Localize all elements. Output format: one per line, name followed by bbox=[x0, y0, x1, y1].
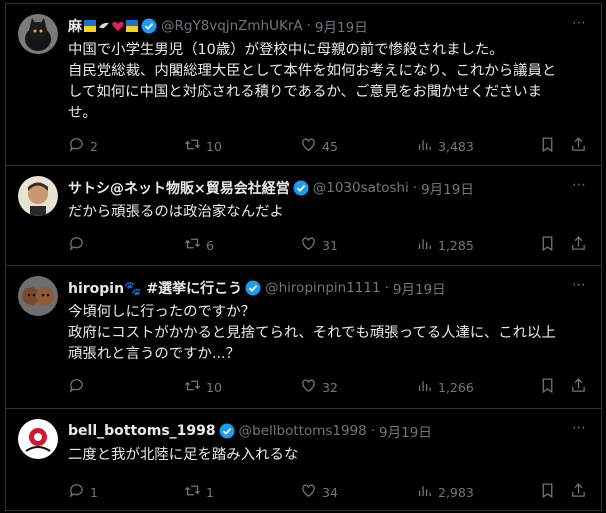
post-date[interactable]: 9月19日 bbox=[421, 178, 474, 198]
like-button[interactable]: 45 bbox=[300, 136, 416, 156]
post-date[interactable]: 9月19日 bbox=[393, 278, 446, 298]
bookmark-icon[interactable] bbox=[539, 482, 556, 502]
post[interactable]: bell_bottoms_1998 @bellbottoms1998 · 9月1… bbox=[6, 409, 601, 510]
separator-dot: · bbox=[412, 180, 418, 196]
repost-button[interactable]: 10 bbox=[184, 136, 300, 156]
avatar[interactable] bbox=[18, 419, 58, 459]
like-count: 45 bbox=[322, 138, 338, 154]
views-button[interactable]: 1,266 bbox=[416, 377, 516, 397]
post[interactable]: 麻 @RgY8vqjnZmhUKrA · 9月19日 ⋯ 中国で小学生男児（10… bbox=[6, 4, 601, 166]
display-name[interactable]: サトシ@ネット物販×貿易会社経営 bbox=[68, 178, 290, 198]
display-name[interactable]: 麻 bbox=[68, 16, 82, 36]
post-text: 今頃何しに行ったのですか？ 政府にコストがかかると見捨てられ、それでも頑張ってる… bbox=[68, 304, 556, 362]
flag-icon bbox=[126, 20, 138, 32]
post-date[interactable]: 9月19日 bbox=[315, 16, 368, 36]
post-date[interactable]: 9月19日 bbox=[379, 421, 432, 441]
heart-icon bbox=[112, 20, 124, 32]
repost-button[interactable]: 6 bbox=[184, 235, 300, 255]
user-handle[interactable]: @RgY8vqjnZmhUKrA bbox=[161, 18, 303, 34]
like-count: 31 bbox=[322, 237, 338, 253]
dove-icon bbox=[98, 20, 110, 32]
repost-count: 6 bbox=[206, 237, 214, 253]
reply-icon bbox=[68, 235, 90, 255]
like-count: 34 bbox=[322, 484, 338, 500]
views-icon bbox=[416, 482, 438, 502]
repost-count: 1 bbox=[206, 484, 214, 500]
separator-dot: · bbox=[306, 18, 311, 34]
reply-button[interactable]: 2 bbox=[68, 136, 184, 156]
like-button[interactable]: 34 bbox=[300, 482, 416, 502]
views-count: 2,983 bbox=[438, 484, 474, 500]
post-actions: 6 31 1,285 bbox=[68, 235, 591, 255]
post[interactable]: サトシ@ネット物販×貿易会社経営 @1030satoshi · 9月19日 ⋯ … bbox=[6, 166, 601, 266]
post[interactable]: hiropin🐾 #選挙に行こう @hiropinpin1111 · 9月19日… bbox=[6, 266, 601, 409]
avatar[interactable] bbox=[18, 276, 58, 316]
more-options-icon[interactable]: ⋯ bbox=[572, 16, 587, 30]
share-icon[interactable] bbox=[570, 136, 587, 156]
bookmark-icon[interactable] bbox=[539, 377, 556, 397]
like-count: 32 bbox=[322, 379, 338, 395]
avatar[interactable] bbox=[18, 176, 58, 216]
more-options-icon[interactable]: ⋯ bbox=[572, 178, 587, 192]
verified-badge-icon bbox=[219, 423, 235, 439]
reply-button[interactable] bbox=[68, 377, 184, 397]
user-handle[interactable]: @hiropinpin1111 bbox=[265, 280, 380, 296]
separator-dot: · bbox=[370, 423, 376, 439]
flag-icon bbox=[84, 20, 96, 32]
like-icon bbox=[300, 482, 322, 502]
like-button[interactable]: 32 bbox=[300, 377, 416, 397]
verified-badge-icon bbox=[141, 18, 157, 34]
views-icon bbox=[416, 235, 438, 255]
display-name[interactable]: bell_bottoms_1998 bbox=[68, 423, 216, 439]
reply-count: 2 bbox=[90, 138, 98, 154]
verified-badge-icon bbox=[245, 280, 261, 296]
repost-icon bbox=[184, 482, 206, 502]
share-icon[interactable] bbox=[570, 377, 587, 397]
post-actions: 1 1 34 2,983 bbox=[68, 482, 591, 502]
repost-count: 10 bbox=[206, 138, 222, 154]
views-button[interactable]: 3,483 bbox=[416, 136, 516, 156]
user-handle[interactable]: @bellbottoms1998 bbox=[239, 423, 367, 439]
views-button[interactable]: 2,983 bbox=[416, 482, 516, 502]
post-actions: 10 32 1,266 bbox=[68, 377, 591, 397]
display-name[interactable]: hiropin🐾 #選挙に行こう bbox=[68, 278, 242, 298]
like-icon bbox=[300, 377, 322, 397]
reply-thread: 麻 @RgY8vqjnZmhUKrA · 9月19日 ⋯ 中国で小学生男児（10… bbox=[5, 3, 602, 511]
separator-dot: · bbox=[384, 280, 389, 296]
reply-icon bbox=[68, 482, 90, 502]
reply-icon bbox=[68, 136, 90, 156]
like-icon bbox=[300, 136, 322, 156]
share-icon[interactable] bbox=[570, 482, 587, 502]
verified-badge-icon bbox=[293, 180, 309, 196]
user-handle[interactable]: @1030satoshi bbox=[313, 180, 409, 196]
reply-button[interactable]: 1 bbox=[68, 482, 184, 502]
reply-count: 1 bbox=[90, 484, 98, 500]
repost-icon bbox=[184, 235, 206, 255]
repost-count: 10 bbox=[206, 379, 222, 395]
views-count: 1,285 bbox=[438, 237, 474, 253]
post-text: 二度と我が北陸に足を踏み入れるな bbox=[68, 447, 299, 463]
more-options-icon[interactable]: ⋯ bbox=[572, 278, 587, 292]
more-options-icon[interactable]: ⋯ bbox=[572, 421, 587, 435]
views-count: 1,266 bbox=[438, 379, 474, 395]
reply-button[interactable] bbox=[68, 235, 184, 255]
like-button[interactable]: 31 bbox=[300, 235, 416, 255]
views-count: 3,483 bbox=[438, 138, 474, 154]
avatar[interactable] bbox=[18, 14, 58, 54]
like-icon bbox=[300, 235, 322, 255]
repost-icon bbox=[184, 377, 206, 397]
views-icon bbox=[416, 136, 438, 156]
post-text: だから頑張るのは政治家なんだよ bbox=[68, 204, 284, 220]
post-actions: 2 10 45 3,483 bbox=[68, 136, 591, 156]
reply-icon bbox=[68, 377, 90, 397]
bookmark-icon[interactable] bbox=[539, 136, 556, 156]
repost-icon bbox=[184, 136, 206, 156]
bookmark-icon[interactable] bbox=[539, 235, 556, 255]
repost-button[interactable]: 10 bbox=[184, 377, 300, 397]
views-button[interactable]: 1,285 bbox=[416, 235, 516, 255]
views-icon bbox=[416, 377, 438, 397]
share-icon[interactable] bbox=[570, 235, 587, 255]
post-text: 中国で小学生男児（10歳）が登校中に母親の前で惨殺されました。 自民党総裁、内閣… bbox=[68, 42, 557, 121]
repost-button[interactable]: 1 bbox=[184, 482, 300, 502]
